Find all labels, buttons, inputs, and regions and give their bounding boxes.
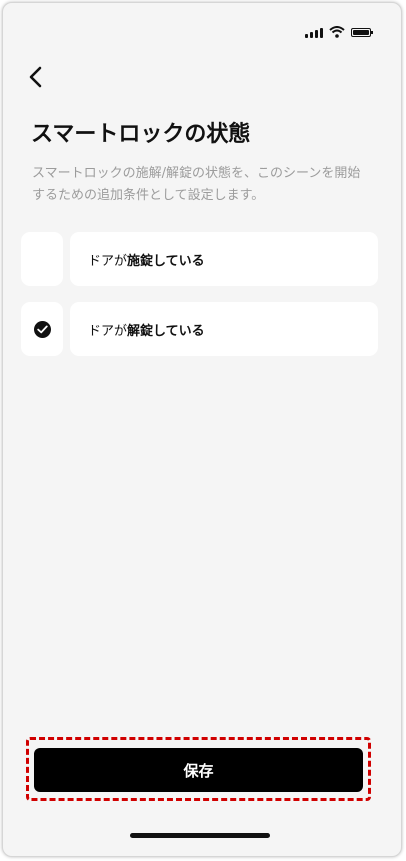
option-label-unlocked[interactable]: ドアが 解錠している (70, 302, 378, 356)
status-bar (305, 26, 373, 38)
battery-icon (351, 27, 373, 37)
checkmark-icon (33, 320, 51, 338)
signal-icon (305, 27, 323, 38)
wifi-icon (329, 26, 345, 38)
option-row-locked[interactable]: ドアが 施錠している (21, 232, 378, 286)
chevron-left-icon (29, 66, 42, 88)
option-emphasis: 解錠している (127, 323, 205, 339)
back-button[interactable] (25, 63, 49, 91)
phone-screen: スマートロックの状態 スマートロックの施解/解錠の状態を、このシーンを開始するた… (2, 2, 402, 857)
save-button[interactable]: 保存 (34, 748, 363, 792)
option-emphasis: 施錠している (127, 253, 205, 269)
option-prefix: ドアが (88, 323, 128, 339)
home-indicator[interactable] (130, 833, 270, 838)
option-prefix: ドアが (88, 253, 128, 269)
option-label-locked[interactable]: ドアが 施錠している (70, 232, 378, 286)
page-title: スマートロックの状態 (31, 122, 251, 147)
option-checkbox-unlocked[interactable] (21, 302, 63, 356)
save-highlight: 保存 (26, 737, 371, 801)
page-description: スマートロックの施解/解錠の状態を、このシーンを開始するための追加条件として設定… (32, 166, 361, 203)
option-row-unlocked[interactable]: ドアが 解錠している (21, 302, 378, 356)
option-checkbox-locked[interactable] (21, 232, 63, 286)
